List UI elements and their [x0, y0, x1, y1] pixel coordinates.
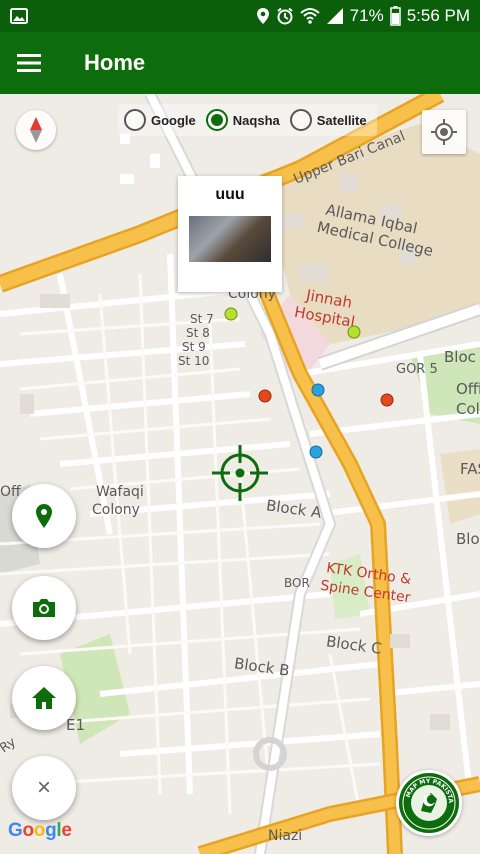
alarm-icon [276, 7, 294, 25]
close-button[interactable]: × [12, 756, 76, 820]
home-button[interactable] [12, 666, 76, 730]
status-bar: 71% 5:56 PM [0, 0, 480, 32]
marker-blue[interactable] [311, 383, 325, 397]
menu-button[interactable] [0, 32, 58, 94]
home-icon [32, 687, 56, 709]
map-my-pakistan-logo[interactable]: MAP MY PAKISTAN [396, 770, 462, 836]
camera-icon [33, 599, 55, 617]
map-view[interactable]: Upper Bari Canal Allama Iqbal Medical Co… [0, 94, 480, 854]
close-icon: × [36, 774, 51, 801]
location-icon [256, 7, 270, 25]
add-location-button[interactable] [12, 484, 76, 548]
page-title: Home [84, 50, 146, 75]
location-pin-icon [36, 504, 52, 528]
marker-green[interactable] [224, 307, 238, 321]
wifi-icon [299, 7, 320, 25]
image-icon [10, 7, 28, 25]
brand-logo-art: MAP MY PAKISTAN [401, 775, 456, 830]
battery-icon [389, 6, 401, 26]
clock: 5:56 PM [406, 6, 470, 25]
app-bar: Home [0, 32, 480, 94]
marker-red[interactable] [258, 389, 272, 403]
signal-icon [326, 7, 344, 25]
marker-layer [212, 307, 394, 501]
screen: 71% 5:56 PM Home Upper Bari Canal Allama… [0, 0, 480, 854]
marker-green[interactable] [347, 325, 361, 339]
marker-blue[interactable] [309, 445, 323, 459]
battery-percent: 71% [349, 6, 384, 25]
google-logo: Google [8, 820, 72, 841]
camera-button[interactable] [12, 576, 76, 640]
crosshair-icon [212, 445, 268, 501]
marker-red[interactable] [380, 393, 394, 407]
hamburger-menu-icon [17, 54, 41, 72]
